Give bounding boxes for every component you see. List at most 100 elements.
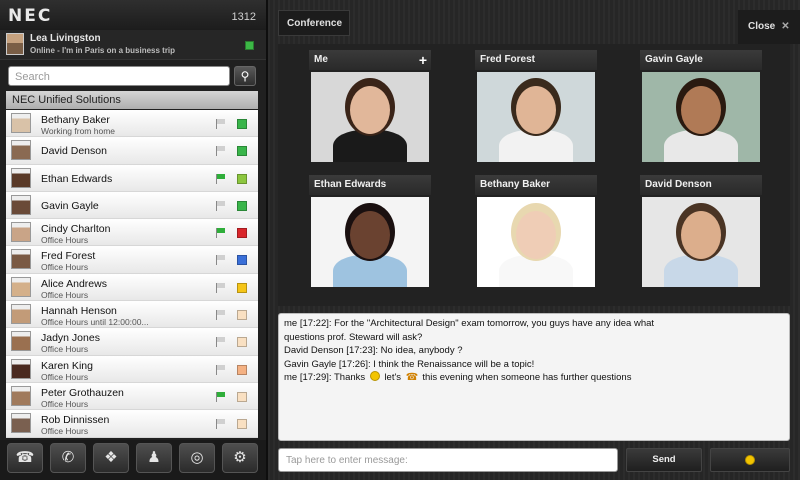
contact-photo [11,276,31,297]
flag-icon[interactable] [216,364,226,375]
video-grid: Me + Fred Forest Gavin Gayle Ethan Edwards Be… [278,44,790,306]
search-input[interactable]: Search [8,66,230,86]
call-forward-button[interactable]: ✆ [50,443,86,473]
flag-icon[interactable] [216,119,226,129]
avatar [6,33,24,55]
add-participant-icon[interactable]: + [419,53,427,67]
chat-log[interactable]: me [17:22]: For the "Architectural Desig… [278,313,790,441]
flag-icon[interactable] [216,200,226,211]
group-button[interactable]: ♟ [136,443,172,473]
phone-button[interactable]: ☎ [7,443,43,473]
contact-row[interactable]: Ethan Edwards [6,164,258,192]
search-button[interactable]: ⚲ [234,66,256,86]
contact-photo [11,331,31,352]
flag-icon[interactable] [216,255,226,266]
flag-icon[interactable] [216,391,226,402]
presence-icon [237,364,247,375]
contact-row[interactable]: Jadyn Jones Office Hours [6,328,258,356]
contact-name: Jadyn Jones [41,332,100,345]
contact-row[interactable]: Hannah Henson Office Hours until 12:00:00… [6,301,258,329]
contact-status: Office Hours [41,398,89,409]
contact-row[interactable]: David Denson [6,137,258,165]
participant-tile[interactable]: Fred Forest [475,50,597,168]
search-icon: ⚲ [240,69,250,83]
contact-name: Gavin Gayle [41,199,99,212]
contact-name: Hannah Henson [41,305,117,318]
contact-row[interactable]: Gavin Gayle [6,191,258,220]
video-feed [477,72,595,162]
contact-status: Office Hours [41,371,89,382]
contact-photo [11,385,31,406]
contact-row[interactable]: Cindy Charlton Office Hours [6,219,258,247]
contact-photo [11,304,31,325]
person-face [681,211,721,259]
contact-list[interactable]: Bethany Baker Working from home David Dens… [6,110,258,438]
contact-name: David Denson [41,145,107,158]
participant-tile[interactable]: Gavin Gayle [640,50,762,168]
flag-icon[interactable] [216,173,226,184]
chat-bubbles-icon: ❖ [104,449,118,466]
contact-photo [11,194,31,215]
contact-row[interactable]: Rob Dinnissen Office Hours [6,410,258,438]
presence-status-icon[interactable] [245,41,254,50]
chat-line: questions prof. Steward will ask? [284,331,423,343]
chat-bubbles-button[interactable]: ❖ [93,443,129,473]
flag-icon[interactable] [216,337,226,348]
call-forward-icon: ✆ [61,449,75,466]
contact-row[interactable]: Karen King Office Hours [6,355,258,383]
contact-row[interactable]: Peter Grothauzen Office Hours [6,382,258,411]
contact-photo [11,413,31,434]
person-face [516,211,556,259]
settings-gear-button[interactable]: ⚙ [222,443,258,473]
contact-photo [11,358,31,379]
tab-conference[interactable]: Conference [278,10,350,36]
profile-status: Online - I'm in Paris on a business trip [30,46,176,55]
presence-icon [237,200,247,211]
person-face [516,86,556,134]
flag-icon[interactable] [216,146,226,157]
contact-name: Bethany Baker [41,114,110,126]
profile-name: Lea Livingston [30,33,101,44]
participant-name: David Denson [640,175,762,195]
group-icon: ♟ [147,449,161,466]
contact-name: Ethan Edwards [41,172,113,185]
participant-name: Fred Forest [475,50,597,70]
user-profile[interactable]: Lea Livingston Online - I'm in Paris on … [0,30,266,60]
presence-icon [237,391,247,402]
emoticon-button[interactable] [710,448,790,472]
contact-photo [11,167,31,188]
contact-photo [11,249,31,270]
contact-row[interactable]: Bethany Baker Working from home [6,110,258,138]
message-input[interactable]: Tap here to enter message: [278,448,618,472]
close-button[interactable]: Close ✕ [738,10,800,44]
voicemail-button[interactable]: ◎ [179,443,215,473]
chat-line: Gavin Gayle [17:26]: I think the Renaiss… [284,358,535,370]
flag-icon[interactable] [216,419,226,430]
participant-name: Ethan Edwards [309,175,431,195]
participant-tile[interactable]: Bethany Baker [475,175,597,293]
flag-icon[interactable] [216,228,226,239]
flag-icon[interactable] [216,282,226,293]
chat-line: me [17:29]: Thanks let's ☎ this evening … [284,371,632,383]
contact-photo [11,113,31,133]
contact-status: Office Hours until 12:00:00... [41,317,149,328]
presence-icon [237,337,247,348]
flag-icon[interactable] [216,310,226,321]
group-header[interactable]: NEC Unified Solutions [6,91,258,109]
close-icon: ✕ [781,21,790,32]
participant-tile[interactable]: Ethan Edwards [309,175,431,293]
participant-tile[interactable]: Me + [309,50,431,168]
contact-status: Office Hours [41,289,89,300]
send-button[interactable]: Send [626,448,702,472]
contact-row[interactable]: Alice Andrews Office Hours [6,273,258,302]
participant-tile[interactable]: David Denson [640,175,762,293]
smiley-icon [745,455,755,465]
voicemail-icon: ◎ [190,449,204,466]
chat-line: me [17:22]: For the "Architectural Desig… [284,318,655,329]
video-feed [311,72,429,162]
bottom-nav-bar: ☎ ✆ ❖ ♟ ◎ ⚙ [0,440,266,480]
contact-row[interactable]: Fred Forest Office Hours [6,246,258,274]
video-feed [477,197,595,287]
contact-status: Office Hours [41,235,89,246]
top-bar: NEC 1312 [0,0,266,30]
